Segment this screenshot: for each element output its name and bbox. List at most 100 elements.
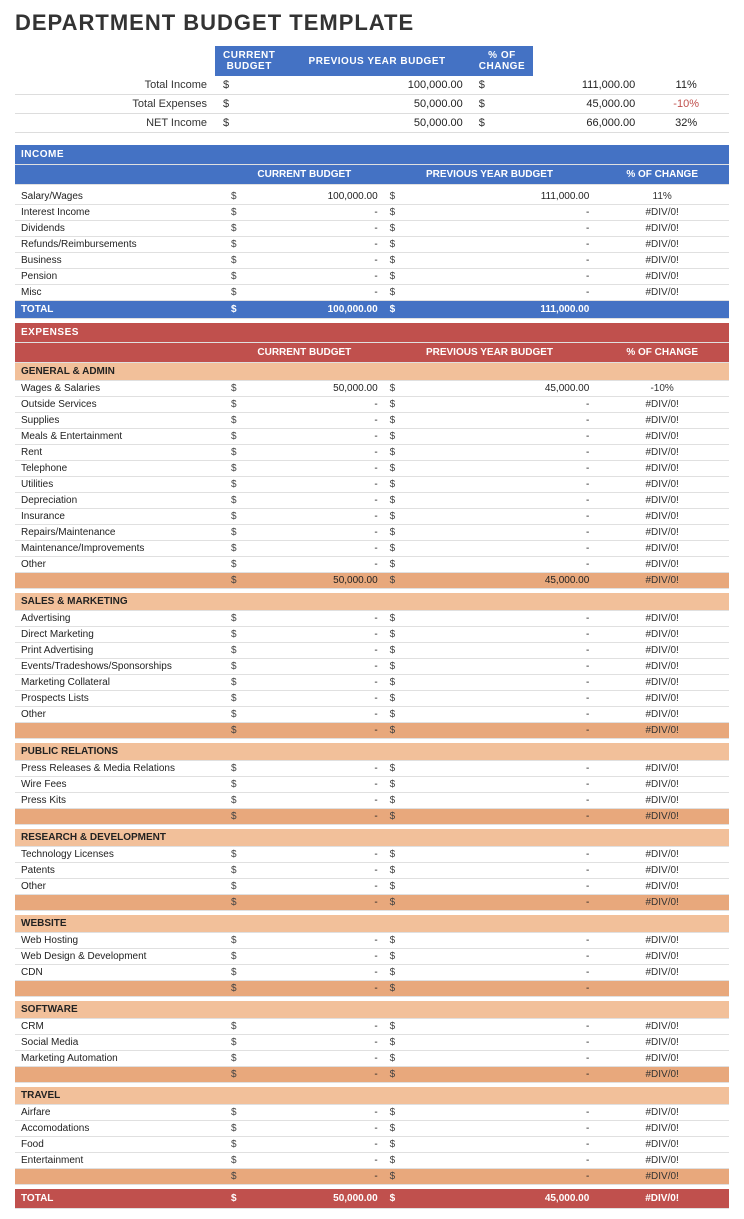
- curr-value: -: [243, 557, 384, 573]
- summary-curr-value: 50,000.00: [283, 114, 470, 133]
- dollar-prev: $: [384, 847, 402, 863]
- prev-value: -: [401, 413, 595, 429]
- dollar-curr: $: [225, 1137, 243, 1153]
- dollar-prev: $: [384, 525, 402, 541]
- dollar-curr: $: [225, 1121, 243, 1137]
- change-value: #DIV/0!: [595, 253, 729, 269]
- prev-value: -: [401, 1019, 595, 1035]
- change-value: #DIV/0!: [595, 1121, 729, 1137]
- row-label: Print Advertising: [15, 643, 225, 659]
- dollar-prev: $: [384, 397, 402, 413]
- curr-value: -: [243, 397, 384, 413]
- col-header-change: % OF CHANGE: [595, 343, 729, 363]
- income-total-prev: 111,000.00: [401, 301, 595, 319]
- prev-value: -: [401, 723, 595, 739]
- dollar-curr: $: [225, 707, 243, 723]
- dollar-curr: $: [225, 381, 243, 397]
- curr-value: -: [243, 1121, 384, 1137]
- change-value: #DIV/0!: [595, 723, 729, 739]
- curr-value: -: [243, 707, 384, 723]
- summary-curr-dollar: $: [215, 76, 283, 95]
- curr-value: -: [243, 895, 384, 911]
- change-value: #DIV/0!: [595, 269, 729, 285]
- prev-value: -: [401, 809, 595, 825]
- prev-value: -: [401, 691, 595, 707]
- prev-value: -: [401, 933, 595, 949]
- dollar-curr: $: [225, 981, 243, 997]
- dollar-prev: $: [384, 237, 402, 253]
- curr-value: -: [243, 445, 384, 461]
- summary-table: CURRENT BUDGET PREVIOUS YEAR BUDGET % OF…: [15, 46, 729, 133]
- change-value: 11%: [595, 189, 729, 205]
- subsection-header: WEBSITE: [15, 915, 729, 933]
- prev-value: -: [401, 949, 595, 965]
- change-value: #DIV/0!: [595, 659, 729, 675]
- dollar-curr: $: [225, 675, 243, 691]
- summary-curr-value: 100,000.00: [283, 76, 470, 95]
- dollar-curr: $: [225, 525, 243, 541]
- dollar-curr: $: [225, 1019, 243, 1035]
- grand-total-prev: 45,000.00: [401, 1189, 595, 1209]
- row-label: Technology Licenses: [15, 847, 225, 863]
- curr-value: -: [243, 879, 384, 895]
- curr-value: -: [243, 777, 384, 793]
- curr-value: -: [243, 1035, 384, 1051]
- dollar-prev: $: [384, 189, 402, 205]
- curr-value: -: [243, 221, 384, 237]
- row-label: Web Hosting: [15, 933, 225, 949]
- prev-value: -: [401, 1137, 595, 1153]
- change-value: #DIV/0!: [595, 429, 729, 445]
- change-value: #DIV/0!: [595, 793, 729, 809]
- main-table: INCOME CURRENT BUDGET PREVIOUS YEAR BUDG…: [15, 145, 729, 1209]
- row-label: Wire Fees: [15, 777, 225, 793]
- dollar-prev: $: [384, 269, 402, 285]
- curr-value: -: [243, 285, 384, 301]
- change-value: #DIV/0!: [595, 557, 729, 573]
- summary-change-value: 11%: [643, 76, 729, 95]
- row-label: Supplies: [15, 413, 225, 429]
- row-label: Marketing Collateral: [15, 675, 225, 691]
- row-label: Outside Services: [15, 397, 225, 413]
- change-value: #DIV/0!: [595, 413, 729, 429]
- change-value: #DIV/0!: [595, 1105, 729, 1121]
- dollar-curr: $: [225, 477, 243, 493]
- dollar-curr: $: [225, 1067, 243, 1083]
- change-value: #DIV/0!: [595, 1035, 729, 1051]
- prev-value: -: [401, 611, 595, 627]
- change-value: #DIV/0!: [595, 477, 729, 493]
- row-label: Interest Income: [15, 205, 225, 221]
- prev-value: -: [401, 525, 595, 541]
- change-value: #DIV/0!: [595, 525, 729, 541]
- row-label: CDN: [15, 965, 225, 981]
- curr-value: -: [243, 691, 384, 707]
- change-value: #DIV/0!: [595, 237, 729, 253]
- dollar-curr: $: [225, 643, 243, 659]
- change-value: #DIV/0!: [595, 809, 729, 825]
- subsection-header: GENERAL & ADMIN: [15, 363, 729, 381]
- dollar-prev: $: [384, 895, 402, 911]
- change-value: #DIV/0!: [595, 573, 729, 589]
- row-label: Business: [15, 253, 225, 269]
- dollar-curr: $: [225, 397, 243, 413]
- row-label: Other: [15, 707, 225, 723]
- subsection-header: SALES & MARKETING: [15, 593, 729, 611]
- dollar-prev: $: [384, 675, 402, 691]
- dollar-curr: $: [225, 573, 243, 589]
- summary-prev-value: 45,000.00: [533, 95, 643, 114]
- summary-prev-dollar: $: [471, 95, 533, 114]
- dollar-curr: $: [225, 627, 243, 643]
- dollar-curr: $: [225, 1035, 243, 1051]
- dollar-prev: $: [384, 461, 402, 477]
- dollar-curr: $: [225, 659, 243, 675]
- change-value: #DIV/0!: [595, 879, 729, 895]
- curr-value: -: [243, 525, 384, 541]
- prev-value: -: [401, 1051, 595, 1067]
- prev-value: -: [401, 1105, 595, 1121]
- curr-value: -: [243, 429, 384, 445]
- dollar-prev: $: [384, 541, 402, 557]
- dollar-curr: $: [225, 809, 243, 825]
- row-label: [15, 981, 225, 997]
- row-label: Telephone: [15, 461, 225, 477]
- dollar-curr: $: [225, 879, 243, 895]
- dollar-prev: $: [384, 933, 402, 949]
